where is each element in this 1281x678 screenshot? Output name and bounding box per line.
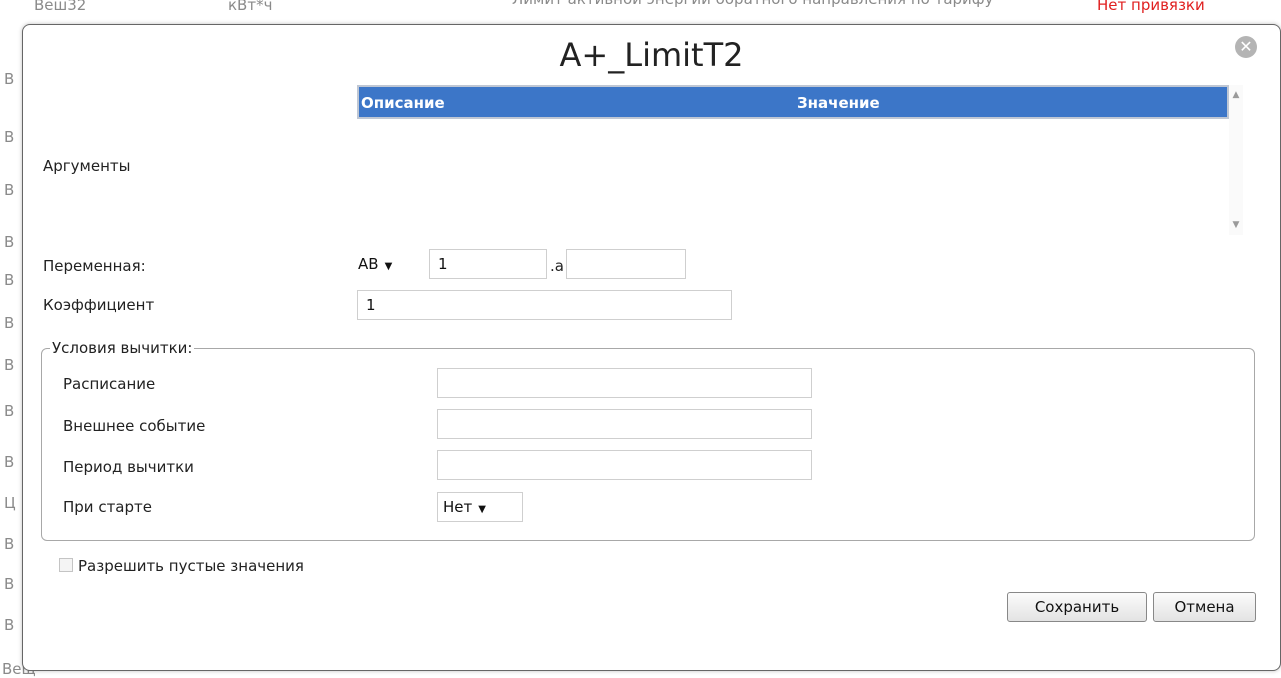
bg-text-unit: кВт*ч <box>228 0 273 14</box>
coefficient-input[interactable] <box>357 290 732 320</box>
bg-row-letter: В <box>4 356 15 374</box>
coefficient-label: Коэффициент <box>43 296 155 314</box>
read-period-input[interactable] <box>437 450 812 480</box>
bg-row-letter: В <box>4 181 15 199</box>
variable-prefix-select[interactable]: АВ ▼ <box>353 250 429 280</box>
variable-prefix-value: АВ <box>358 255 379 273</box>
external-event-label: Внешнее событие <box>63 417 206 435</box>
arguments-table: Описание Значение ▲ ▼ <box>357 85 1243 235</box>
bg-row-letter: В <box>4 70 15 88</box>
bg-status-label: Нет привязки <box>1097 0 1205 14</box>
bg-row-letter: В <box>4 233 15 251</box>
chevron-down-icon: ▼ <box>478 504 486 515</box>
bg-row-letter: В <box>4 128 15 146</box>
arguments-table-header: Описание Значение <box>357 85 1229 119</box>
bg-row-letter: Ц <box>4 494 16 512</box>
bg-row-letter: В <box>4 453 15 471</box>
schedule-input[interactable] <box>437 368 812 398</box>
external-event-input[interactable] <box>437 409 812 439</box>
on-start-label: При старте <box>63 498 152 516</box>
allow-empty-label[interactable]: Разрешить пустые значения <box>78 557 304 575</box>
variable-separator: .a <box>550 257 564 275</box>
bg-row-letter: В <box>4 575 15 593</box>
read-conditions-legend: Условия вычитки: <box>52 339 193 357</box>
scroll-up-icon[interactable]: ▲ <box>1229 88 1243 102</box>
bg-row-letter: В <box>4 616 15 634</box>
save-button[interactable]: Сохранить <box>1007 592 1147 622</box>
allow-empty-checkbox[interactable] <box>59 558 73 572</box>
bg-row-letter: В <box>4 314 15 332</box>
bg-row-letter: В <box>4 535 15 553</box>
close-icon[interactable]: ✕ <box>1235 36 1257 58</box>
on-start-select[interactable]: Нет ▼ <box>437 492 523 522</box>
arguments-label: Аргументы <box>43 157 131 175</box>
column-header-description[interactable]: Описание <box>361 94 445 112</box>
bg-text-code: Веш32 <box>34 0 87 14</box>
on-start-value: Нет <box>443 498 473 516</box>
bg-text-description: Лимит активной энергии обратного направл… <box>512 0 993 8</box>
chevron-down-icon: ▼ <box>384 261 393 272</box>
bg-row-letter: В <box>4 271 15 289</box>
scroll-down-icon[interactable]: ▼ <box>1229 218 1243 232</box>
bg-row-letter: В <box>4 402 15 420</box>
variable-label: Переменная: <box>43 257 146 275</box>
dialog-title: A+_LimitT2 <box>559 36 744 74</box>
cancel-button[interactable]: Отмена <box>1153 592 1256 622</box>
column-header-value[interactable]: Значение <box>797 94 880 112</box>
variable-value-input[interactable] <box>429 249 547 279</box>
edit-argument-dialog: A+_LimitT2 ✕ Аргументы Описание Значение… <box>22 24 1281 671</box>
read-period-label: Период вычитки <box>63 458 194 476</box>
schedule-label: Расписание <box>63 375 156 393</box>
table-scrollbar[interactable]: ▲ ▼ <box>1229 85 1243 235</box>
variable-suffix-input[interactable] <box>566 249 686 279</box>
